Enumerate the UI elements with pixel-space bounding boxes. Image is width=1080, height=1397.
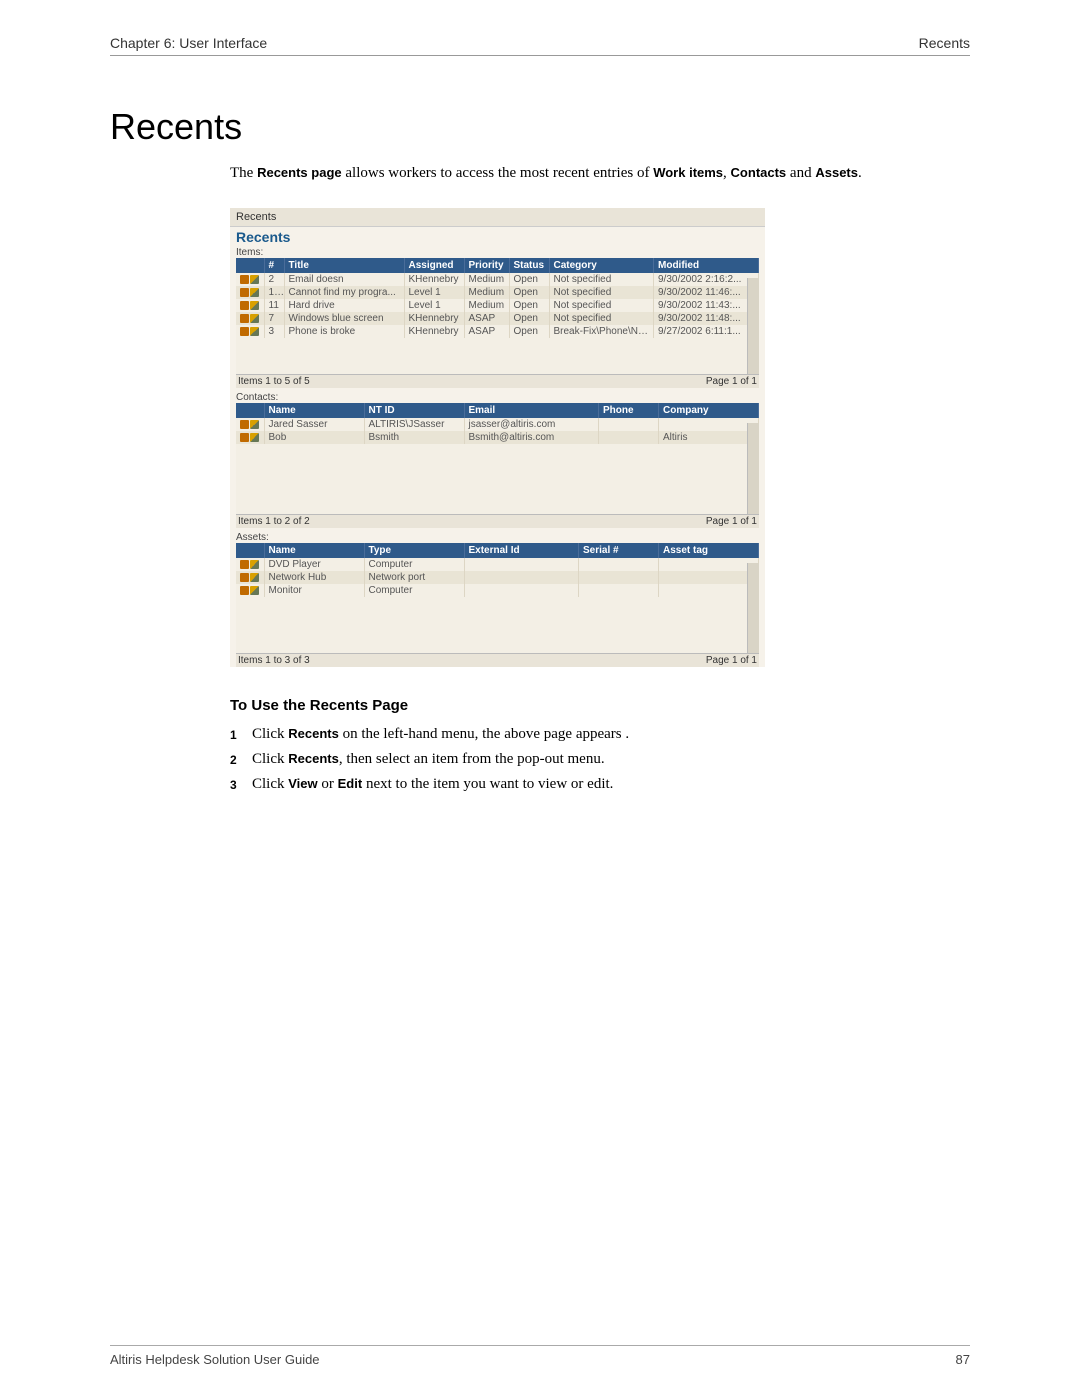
edit-icon[interactable] — [250, 560, 259, 569]
scrollbar[interactable] — [747, 423, 759, 514]
view-icon[interactable] — [240, 573, 249, 582]
edit-icon[interactable] — [250, 314, 259, 323]
table-row[interactable]: Network HubNetwork port — [236, 571, 759, 584]
contacts-header-row: Name NT ID Email Phone Company — [236, 403, 759, 418]
scrollbar[interactable] — [747, 563, 759, 653]
view-icon[interactable] — [240, 314, 249, 323]
contacts-footer: Items 1 to 2 of 2 Page 1 of 1 — [236, 514, 759, 528]
table-row[interactable]: 11Hard driveLevel 1MediumOpenNot specifi… — [236, 299, 759, 312]
assets-footer: Items 1 to 3 of 3 Page 1 of 1 — [236, 653, 759, 667]
edit-icon[interactable] — [250, 420, 259, 429]
edit-icon[interactable] — [250, 433, 259, 442]
row-actions[interactable] — [236, 325, 264, 338]
contacts-grid: Name NT ID Email Phone Company Jared Sas… — [236, 403, 759, 528]
items-grid: # Title Assigned Priority Status Categor… — [236, 258, 759, 388]
edit-icon[interactable] — [250, 275, 259, 284]
panel-title: Recents — [230, 227, 765, 245]
window-title: Recents — [230, 208, 765, 227]
row-actions[interactable] — [236, 273, 264, 286]
row-actions[interactable] — [236, 312, 264, 325]
edit-icon[interactable] — [250, 573, 259, 582]
steps-list: Click Recents on the left-hand menu, the… — [230, 722, 970, 797]
subheading: To Use the Recents Page — [230, 697, 970, 714]
table-row[interactable]: MonitorComputer — [236, 584, 759, 597]
edit-icon[interactable] — [250, 301, 259, 310]
assets-label: Assets: — [230, 530, 765, 543]
step-item: Click Recents on the left-hand menu, the… — [230, 722, 970, 747]
table-row[interactable]: 3Phone is brokeKHennebryASAPOpenBreak-Fi… — [236, 325, 759, 338]
row-actions[interactable] — [236, 431, 264, 444]
contacts-label: Contacts: — [230, 390, 765, 403]
page-title: Recents — [110, 106, 970, 148]
header-right: Recents — [919, 35, 970, 51]
row-actions[interactable] — [236, 558, 264, 571]
footer-page-number: 87 — [956, 1352, 970, 1367]
intro-paragraph: The Recents page allows workers to acces… — [230, 163, 970, 184]
table-row[interactable]: 2Email doesnKHennebryMediumOpenNot speci… — [236, 273, 759, 286]
view-icon[interactable] — [240, 301, 249, 310]
table-row[interactable]: Jared SasserALTIRIS\JSasserjsasser@altir… — [236, 418, 759, 431]
row-actions[interactable] — [236, 418, 264, 431]
items-footer: Items 1 to 5 of 5 Page 1 of 1 — [236, 374, 759, 388]
edit-icon[interactable] — [250, 327, 259, 336]
table-row[interactable]: BobBsmithBsmith@altiris.comAltiris — [236, 431, 759, 444]
assets-grid: Name Type External Id Serial # Asset tag… — [236, 543, 759, 667]
view-icon[interactable] — [240, 420, 249, 429]
assets-header-row: Name Type External Id Serial # Asset tag — [236, 543, 759, 558]
items-header-row: # Title Assigned Priority Status Categor… — [236, 258, 759, 273]
view-icon[interactable] — [240, 586, 249, 595]
row-actions[interactable] — [236, 299, 264, 312]
items-label: Items: — [230, 245, 765, 258]
view-icon[interactable] — [240, 560, 249, 569]
view-icon[interactable] — [240, 327, 249, 336]
table-row[interactable]: DVD PlayerComputer — [236, 558, 759, 571]
table-row[interactable]: 7Windows blue screenKHennebryASAPOpenNot… — [236, 312, 759, 325]
row-actions[interactable] — [236, 571, 264, 584]
page-header: Chapter 6: User Interface Recents — [110, 35, 970, 56]
recents-screenshot: Recents Recents Items: # Title Assigned … — [230, 208, 765, 667]
footer-left: Altiris Helpdesk Solution User Guide — [110, 1352, 320, 1367]
scrollbar[interactable] — [747, 278, 759, 374]
view-icon[interactable] — [240, 288, 249, 297]
row-actions[interactable] — [236, 286, 264, 299]
row-actions[interactable] — [236, 584, 264, 597]
view-icon[interactable] — [240, 433, 249, 442]
step-item: Click Recents, then select an item from … — [230, 747, 970, 772]
header-left: Chapter 6: User Interface — [110, 35, 267, 51]
step-item: Click View or Edit next to the item you … — [230, 772, 970, 797]
edit-icon[interactable] — [250, 586, 259, 595]
edit-icon[interactable] — [250, 288, 259, 297]
page-footer: Altiris Helpdesk Solution User Guide 87 — [110, 1345, 970, 1367]
view-icon[interactable] — [240, 275, 249, 284]
table-row[interactable]: 12Cannot find my progra...Level 1MediumO… — [236, 286, 759, 299]
